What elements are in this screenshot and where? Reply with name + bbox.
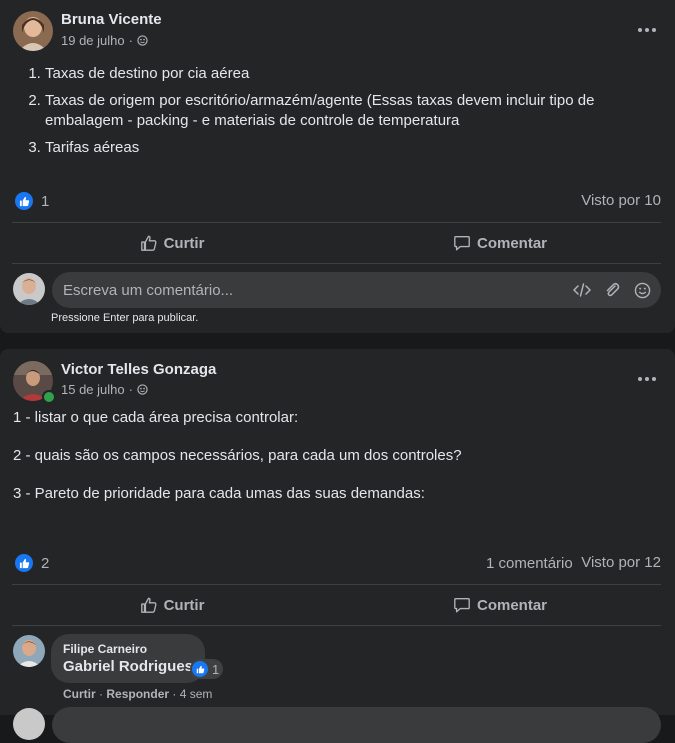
post-date-text[interactable]: 15 de julho [61, 382, 125, 397]
like-button-label: Curtir [163, 596, 205, 614]
post-date: 19 de julho · [61, 33, 148, 48]
reaction-count[interactable]: 2 [41, 555, 49, 572]
comment-actions: Curtir · Responder · 4 sem [63, 687, 213, 701]
comment-text[interactable]: Gabriel Rodrigues [63, 658, 193, 675]
comment-button-label: Comentar [476, 234, 547, 252]
comment-bubble: Filipe Carneiro Gabriel Rodrigues [51, 634, 206, 683]
comment-outline-icon [454, 236, 470, 251]
post-line: 2 - quais são os campos necessários, par… [13, 447, 462, 464]
post-card-1: Bruna Vicente 19 de julho · Taxas de des… [0, 0, 675, 333]
post-date: 15 de julho · [61, 382, 148, 397]
comment-box [52, 272, 661, 308]
globe-icon [137, 35, 148, 46]
comment-author[interactable]: Filipe Carneiro [63, 642, 193, 656]
comment-like-link[interactable]: Curtir [63, 687, 96, 701]
divider [12, 584, 661, 585]
commenter-avatar[interactable] [13, 635, 45, 667]
comment-button[interactable]: Comentar [340, 588, 660, 622]
comment-button-label: Comentar [476, 596, 547, 614]
comment-age[interactable]: 4 sem [180, 687, 213, 701]
globe-icon [137, 384, 148, 395]
thumbs-up-outline-icon [140, 235, 157, 251]
comment-button[interactable]: Comentar [340, 226, 660, 260]
list-item: Taxas de destino por cia aérea [45, 64, 645, 84]
paperclip-icon[interactable] [603, 281, 621, 299]
more-icon [638, 28, 642, 32]
author-name[interactable]: Bruna Vicente [61, 11, 162, 28]
post-line: 3 - Pareto de prioridade para cada umas … [13, 485, 425, 502]
author-avatar[interactable] [13, 11, 53, 51]
divider [12, 263, 661, 264]
list-item: Taxas de origem por escritório/armazém/a… [45, 91, 645, 131]
comment-box-partial[interactable] [52, 707, 661, 743]
like-button[interactable]: Curtir [12, 588, 332, 622]
separator-dot: · [128, 382, 133, 397]
more-icon [638, 377, 642, 381]
like-button-label: Curtir [163, 234, 205, 252]
divider [12, 222, 661, 223]
enter-hint: Pressione Enter para publicar. [51, 312, 199, 324]
code-icon[interactable] [573, 281, 591, 299]
separator-dot: · [128, 33, 133, 48]
divider [12, 625, 661, 626]
comment-outline-icon [454, 598, 470, 613]
current-user-avatar[interactable] [13, 708, 45, 740]
comment-reaction-count: 1 [212, 661, 220, 677]
online-status-dot [42, 390, 56, 404]
like-icon[interactable] [15, 554, 33, 572]
list-item: Tarifas aéreas [45, 138, 645, 158]
like-icon [192, 661, 208, 677]
comment-input[interactable] [52, 280, 573, 300]
post-card-2: Victor Telles Gonzaga 15 de julho · 1 - … [0, 349, 675, 743]
comment-reply-link[interactable]: Responder [106, 687, 169, 701]
emoji-icon[interactable] [633, 281, 651, 299]
author-name[interactable]: Victor Telles Gonzaga [61, 361, 216, 378]
comment-reaction[interactable]: 1 [190, 659, 224, 679]
reaction-count[interactable]: 1 [41, 193, 49, 210]
more-options-button[interactable] [633, 20, 661, 40]
post-date-text[interactable]: 19 de julho [61, 33, 125, 48]
seen-by-count[interactable]: Visto por 10 [581, 192, 661, 209]
seen-by-count[interactable]: Visto por 12 [581, 554, 661, 571]
more-options-button[interactable] [633, 369, 661, 389]
post-body-list: Taxas de destino por cia aérea Taxas de … [22, 64, 645, 165]
comments-count[interactable]: 1 comentário [486, 555, 573, 572]
like-button[interactable]: Curtir [12, 226, 332, 260]
current-user-avatar[interactable] [13, 273, 45, 305]
like-icon[interactable] [15, 192, 33, 210]
thumbs-up-outline-icon [140, 597, 157, 613]
post-line: 1 - listar o que cada área precisa contr… [13, 409, 299, 426]
